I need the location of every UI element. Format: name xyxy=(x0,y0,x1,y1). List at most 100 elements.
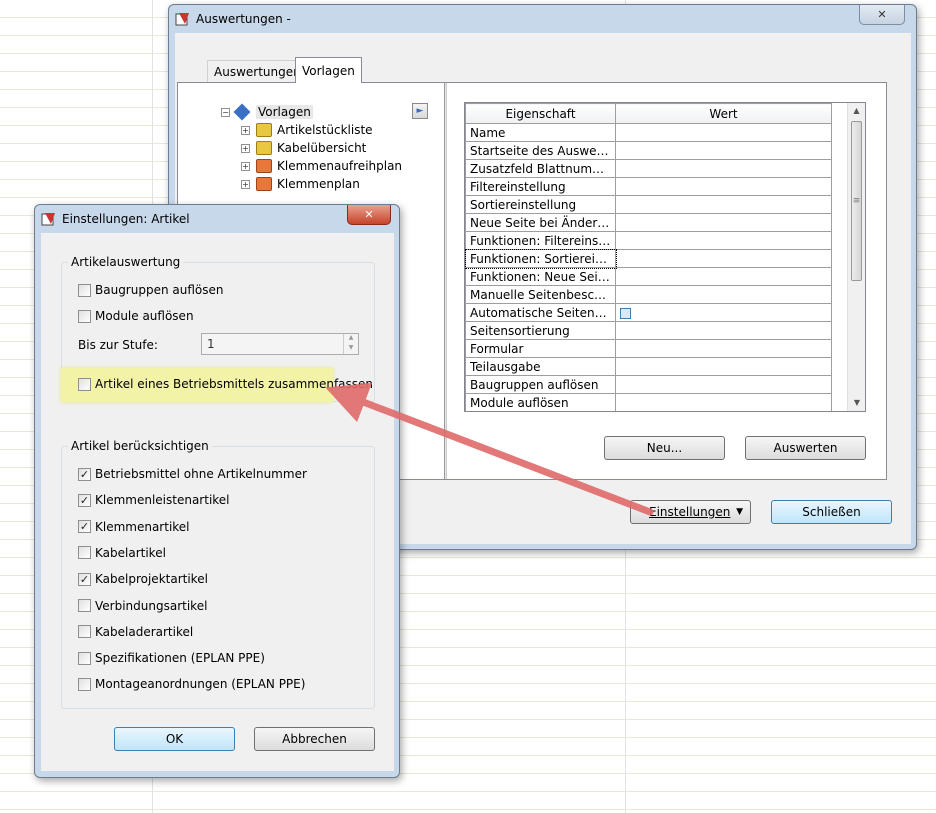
property-value-cell[interactable] xyxy=(615,195,832,214)
checkmark-icon[interactable]: ✓ xyxy=(78,493,91,507)
property-value-cell[interactable] xyxy=(615,357,832,376)
property-name-cell[interactable]: Module auflösen xyxy=(465,393,616,411)
checkbox-box[interactable] xyxy=(78,546,91,560)
vertical-scrollbar[interactable]: ▲ ≡ ▼ xyxy=(847,103,865,411)
property-value-cell[interactable] xyxy=(615,213,832,232)
checkbox-box[interactable] xyxy=(78,599,91,612)
scroll-thumb[interactable]: ≡ xyxy=(851,121,862,281)
checkmark-icon[interactable]: ✓ xyxy=(78,572,91,586)
property-name-cell[interactable]: Funktionen: Filtereinstell... xyxy=(465,231,616,250)
expand-icon[interactable]: + xyxy=(241,179,250,189)
property-name-cell[interactable]: Formular xyxy=(465,339,616,358)
checkbox-box[interactable] xyxy=(78,283,91,297)
checkmark-icon[interactable]: ✓ xyxy=(78,520,91,534)
table-row[interactable]: Sortiereinstellung xyxy=(465,195,832,214)
property-value-cell[interactable] xyxy=(615,123,832,142)
table-row[interactable]: Formular xyxy=(465,339,832,358)
property-value-cell[interactable] xyxy=(615,177,832,196)
checkbox-box[interactable] xyxy=(78,625,91,639)
column-header-wert[interactable]: Wert xyxy=(615,103,832,124)
table-row[interactable]: Zusatzfeld Blattnummer xyxy=(465,159,832,178)
property-value-cell[interactable] xyxy=(615,231,832,250)
property-name-cell[interactable]: Name xyxy=(465,123,616,142)
expand-icon[interactable]: + xyxy=(241,125,250,135)
property-value-cell[interactable] xyxy=(615,141,832,160)
property-value-cell[interactable] xyxy=(615,321,832,340)
einstellungen-dropdown-button[interactable]: Einstellungen ▼ xyxy=(630,500,751,524)
table-row[interactable]: Automatische Seitenbesc... xyxy=(465,303,832,322)
property-value-cell[interactable] xyxy=(615,375,832,394)
table-row[interactable]: Name xyxy=(465,123,832,142)
property-name-cell[interactable]: Sortiereinstellung xyxy=(465,195,616,214)
property-value-cell[interactable] xyxy=(615,339,832,358)
table-row[interactable]: Module auflösen xyxy=(465,393,832,411)
collapse-icon[interactable]: − xyxy=(221,107,230,117)
ok-button[interactable]: OK xyxy=(114,727,235,751)
tree-item[interactable]: + Klemmenaufreihplan xyxy=(241,159,402,173)
artikel-checkbox[interactable]: Montageanordnungen (EPLAN PPE) xyxy=(78,677,305,691)
checkmark-icon[interactable]: ✓ xyxy=(78,467,91,481)
tree-expand-button[interactable]: ► xyxy=(412,103,428,119)
property-name-cell[interactable]: Funktionen: Sortiereinstel... xyxy=(465,248,617,269)
tree-root-vorlagen[interactable]: − Vorlagen xyxy=(221,103,313,121)
tab-auswertungen[interactable]: Auswertungen xyxy=(207,60,308,82)
table-row[interactable]: Funktionen: Sortiereinstel... xyxy=(465,248,832,269)
scroll-down-icon[interactable]: ▼ xyxy=(848,395,865,411)
table-row[interactable]: Neue Seite bei Änderung ... xyxy=(465,213,832,232)
schliessen-button[interactable]: Schließen xyxy=(771,500,892,524)
table-row[interactable]: Baugruppen auflösen xyxy=(465,375,832,394)
close-button[interactable]: ✕ xyxy=(859,5,905,25)
table-row[interactable]: Teilausgabe xyxy=(465,357,832,376)
table-row[interactable]: Startseite des Auswertun... xyxy=(465,141,832,160)
artikel-checkbox[interactable]: ✓ Kabelprojektartikel xyxy=(78,572,208,586)
artikel-checkbox[interactable]: ✓ Betriebsmittel ohne Artikelnummer xyxy=(78,467,307,481)
neu-button[interactable]: Neu... xyxy=(604,436,725,460)
property-name-cell[interactable]: Seitensortierung xyxy=(465,321,616,340)
scroll-up-icon[interactable]: ▲ xyxy=(848,103,865,119)
property-value-cell[interactable] xyxy=(615,393,832,411)
artikel-checkbox[interactable]: Spezifikationen (EPLAN PPE) xyxy=(78,651,265,665)
spin-down-icon[interactable]: ▼ xyxy=(343,344,358,354)
table-row[interactable]: Funktionen: Neue Seite b... xyxy=(465,267,832,286)
property-name-cell[interactable]: Teilausgabe xyxy=(465,357,616,376)
tree-item[interactable]: + Kabelübersicht xyxy=(241,141,366,155)
artikel-checkbox[interactable]: Kabelartikel xyxy=(78,546,166,560)
module-aufloesen-checkbox[interactable]: Module auflösen xyxy=(78,309,194,323)
property-name-cell[interactable]: Startseite des Auswertun... xyxy=(465,141,616,160)
property-name-cell[interactable]: Baugruppen auflösen xyxy=(465,375,616,394)
tab-vorlagen[interactable]: Vorlagen xyxy=(295,57,362,83)
tree-item[interactable]: + Artikelstückliste xyxy=(241,123,373,137)
auswerten-button[interactable]: Auswerten xyxy=(745,436,866,460)
property-name-cell[interactable]: Automatische Seitenbesc... xyxy=(465,303,616,322)
artikel-checkbox[interactable]: ✓ Klemmenartikel xyxy=(78,520,190,534)
checkbox-box[interactable] xyxy=(78,677,91,691)
property-value-cell[interactable] xyxy=(615,303,832,322)
abbrechen-button[interactable]: Abbrechen xyxy=(254,727,375,751)
expand-icon[interactable]: + xyxy=(241,161,250,171)
close-button[interactable]: ✕ xyxy=(347,205,391,225)
property-value-cell[interactable] xyxy=(615,159,832,178)
artikel-checkbox[interactable]: Kabeladerartikel xyxy=(78,625,193,639)
table-row[interactable]: Filtereinstellung xyxy=(465,177,832,196)
table-row[interactable]: Manuelle Seitenbeschreib... xyxy=(465,285,832,304)
expand-icon[interactable]: + xyxy=(241,143,250,153)
checkbox-box[interactable] xyxy=(78,377,91,391)
splitter[interactable] xyxy=(444,83,447,479)
column-header-eigenschaft[interactable]: Eigenschaft xyxy=(465,103,616,124)
property-name-cell[interactable]: Manuelle Seitenbeschreib... xyxy=(465,285,616,304)
tree-item[interactable]: + Klemmenplan xyxy=(241,177,360,191)
property-name-cell[interactable]: Funktionen: Neue Seite b... xyxy=(465,267,616,286)
property-name-cell[interactable]: Zusatzfeld Blattnummer xyxy=(465,159,616,178)
baugruppen-aufloesen-checkbox[interactable]: Baugruppen auflösen xyxy=(78,283,223,297)
checkbox-box[interactable] xyxy=(78,651,91,665)
value-checkbox[interactable] xyxy=(620,307,631,319)
property-name-cell[interactable]: Neue Seite bei Änderung ... xyxy=(465,213,616,232)
artikel-checkbox[interactable]: ✓ Klemmenleistenartikel xyxy=(78,493,230,507)
property-value-cell[interactable] xyxy=(615,285,832,304)
property-value-cell[interactable] xyxy=(615,249,832,268)
table-row[interactable]: Funktionen: Filtereinstell... xyxy=(465,231,832,250)
property-value-cell[interactable] xyxy=(615,267,832,286)
property-name-cell[interactable]: Filtereinstellung xyxy=(465,177,616,196)
table-row[interactable]: Seitensortierung xyxy=(465,321,832,340)
artikel-zusammenfassen-checkbox[interactable]: Artikel eines Betriebsmittels zusammenfa… xyxy=(78,377,373,391)
